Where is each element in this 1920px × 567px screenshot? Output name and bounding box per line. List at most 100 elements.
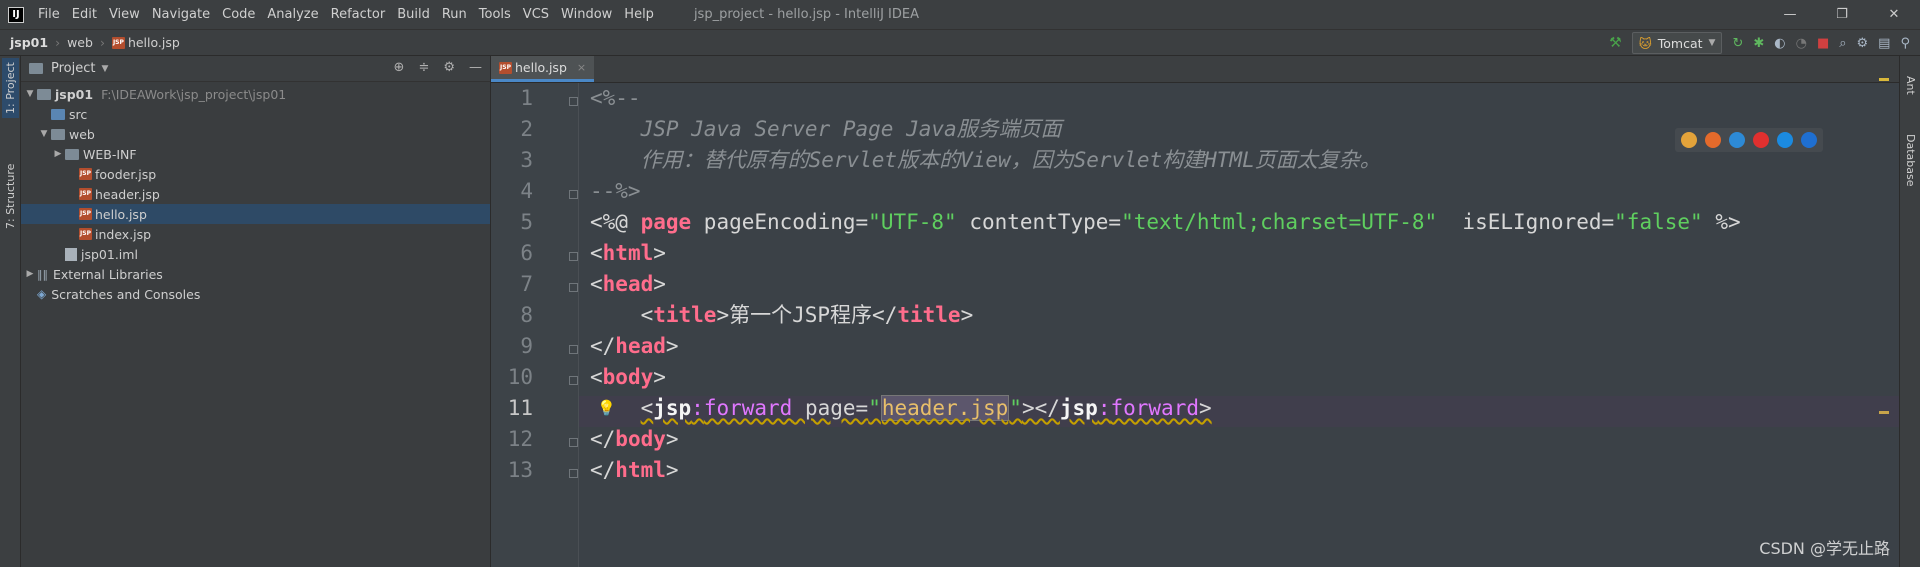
breadcrumb-file[interactable]: hello.jsp [128,35,180,50]
tree-item-label: jsp01.iml [81,246,138,262]
gear-icon[interactable]: ⚙ [443,60,455,75]
tree-item-jsp01-iml[interactable]: jsp01.iml [21,244,490,264]
close-tab-icon[interactable]: × [577,61,586,74]
tag-namespace: jsp [1059,396,1098,420]
library-icon: ‖‖ [37,267,48,281]
comment: --%> [590,179,641,203]
breadcrumb-project[interactable]: jsp01 [10,35,48,50]
code-line-10: <body> [590,362,666,393]
project-panel-tools: ⊕ ≑ ⚙ — [394,60,482,75]
navigation-bar: jsp01 › web › JSP hello.jsp ⚒ 🐱 Tomcat ▼… [0,29,1920,56]
wrench-icon[interactable]: ⚙ [1857,36,1869,51]
coverage-icon[interactable]: ◐ [1774,36,1785,51]
search-everywhere-icon[interactable]: ⚲ [1900,36,1910,51]
safari-icon[interactable] [1729,132,1745,148]
hide-panel-icon[interactable]: — [469,60,482,75]
chevron-down-icon[interactable]: ▼ [101,64,108,74]
profile-icon[interactable]: ◔ [1796,36,1807,51]
breadcrumb-separator-icon: › [55,35,61,50]
menu-tools[interactable]: Tools [473,0,517,29]
opera-icon[interactable] [1753,132,1769,148]
tree-item-label: Scratches and Consoles [51,286,201,302]
code-line-8: <title>第一个JSP程序</title> [590,300,974,331]
jsp-file-icon: JSP [499,61,512,74]
menu-run[interactable]: Run [436,0,473,29]
expand-arrow-icon[interactable]: ▼ [37,129,51,139]
menu-analyze[interactable]: Analyze [261,0,324,29]
chrome-icon[interactable] [1681,132,1697,148]
jsp-file-icon: JSP [79,228,92,240]
menu-view[interactable]: View [103,0,146,29]
bracket: </ [872,303,898,327]
edge-icon[interactable] [1801,132,1817,148]
tag-name: body [615,427,666,451]
tag-name: title [653,303,717,327]
comment: 作用：替代原有的Servlet版本的View，因为Servlet构建HTML页面… [590,148,1381,172]
collapse-arrow-icon[interactable]: ▶ [51,149,65,159]
debug-bug-icon[interactable]: ✱ [1753,36,1764,51]
code-line-1: <%-- [590,83,641,114]
run-configuration-select[interactable]: 🐱 Tomcat ▼ [1631,32,1723,54]
tree-item-label: jsp01 [55,86,94,102]
internet-explorer-icon[interactable] [1777,132,1793,148]
project-panel-title[interactable]: Project [51,61,95,76]
tree-item-external-libraries[interactable]: ▶ ‖‖ External Libraries [21,264,490,284]
tree-item-label: web [69,126,95,142]
bracket: </ [590,458,616,482]
rerun-icon[interactable]: ↻ [1732,36,1743,51]
tag-colon: : [1097,396,1111,420]
project-panel-header: Project ▼ ⊕ ≑ ⚙ — [21,56,490,82]
breadcrumb-web[interactable]: web [67,35,93,50]
menu-navigate[interactable]: Navigate [146,0,216,29]
firefox-icon[interactable] [1705,132,1721,148]
tab-database[interactable]: Database [1902,120,1919,200]
maximize-button[interactable]: ❐ [1816,0,1868,29]
bracket: ></ [1021,396,1060,420]
tree-item-scratches[interactable]: ◈ Scratches and Consoles [21,284,490,304]
tab-project[interactable]: 1: Project [2,58,19,118]
menu-refactor[interactable]: Refactor [325,0,392,29]
close-window-button[interactable]: ✕ [1868,0,1920,29]
locate-target-icon[interactable]: ⊕ [394,60,405,75]
tree-item-jsp01[interactable]: ▼ jsp01 F:\IDEAWork\jsp_project\jsp01 [21,84,490,104]
stop-icon[interactable]: ■ [1817,36,1829,51]
tree-item-src[interactable]: src [21,104,490,124]
code-area[interactable]: 💡 <%-- JSP Java Server Page Java服务端页面 作用… [491,83,1899,567]
attr-value: "text/html;charset=UTF-8" [1121,210,1438,234]
bracket: </ [590,427,616,451]
menu-help[interactable]: Help [618,0,660,29]
browser-preview-bar [1675,128,1823,152]
inspection-status-icon[interactable] [1879,78,1889,81]
code-editor: JSP hello.jsp × 1 2 3 4 5 6 7 8 9 10 11 … [491,56,1899,567]
bracket: > [653,241,666,265]
warning-stripe-marker[interactable] [1879,411,1889,414]
project-structure-icon[interactable]: ▤ [1878,36,1890,51]
title-text: 第一个JSP程序 [729,303,873,327]
tree-item-index-jsp[interactable]: JSP index.jsp [21,224,490,244]
tree-item-header-jsp[interactable]: JSP header.jsp [21,184,490,204]
tree-item-hello-jsp[interactable]: JSP hello.jsp [21,204,490,224]
tab-hello-jsp[interactable]: JSP hello.jsp × [491,56,595,82]
tree-item-web-inf[interactable]: ▶ WEB-INF [21,144,490,164]
comment: <%-- [590,86,641,110]
expand-arrow-icon[interactable]: ▼ [23,89,37,99]
collapse-arrow-icon[interactable]: ▶ [23,269,37,279]
menu-edit[interactable]: Edit [66,0,103,29]
collapse-all-icon[interactable]: ≑ [418,60,429,75]
code-line-9: </head> [590,331,679,362]
menu-build[interactable]: Build [391,0,436,29]
menu-code[interactable]: Code [216,0,261,29]
tab-ant[interactable]: Ant [1902,60,1919,110]
bracket: < [590,241,603,265]
tree-item-fooder-jsp[interactable]: JSP fooder.jsp [21,164,490,184]
tree-item-web[interactable]: ▼ web [21,124,490,144]
menu-window[interactable]: Window [555,0,618,29]
menu-vcs[interactable]: VCS [517,0,555,29]
build-hammer-icon[interactable]: ⚒ [1609,35,1622,51]
source-folder-icon [51,108,65,120]
editor-tabs: JSP hello.jsp × [491,56,1899,83]
search-icon[interactable]: ⌕ [1839,36,1846,51]
minimize-button[interactable]: — [1764,0,1816,29]
tab-structure[interactable]: 7: Structure [2,156,19,236]
menu-file[interactable]: File [32,0,66,29]
